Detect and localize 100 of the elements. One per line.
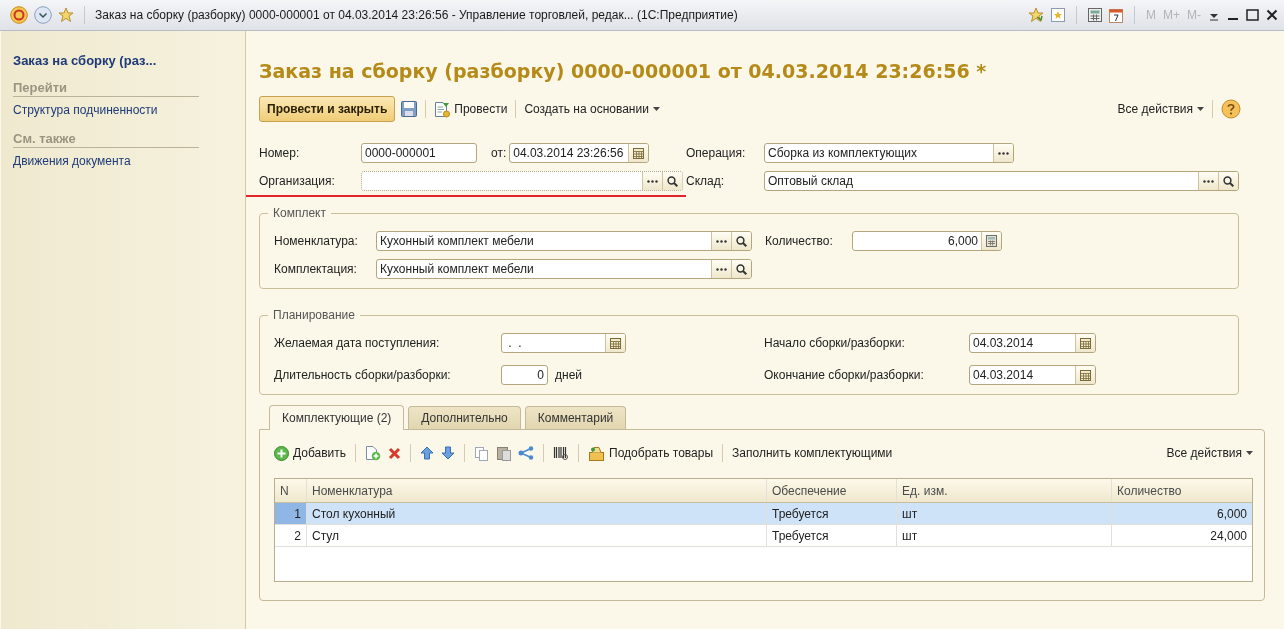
add-document-icon[interactable] bbox=[365, 445, 382, 461]
form-title: Заказ на сборку (разборку) 0000-000001 от 04.03.2014 23:26:56 * bbox=[259, 60, 988, 82]
field-label: Склад: bbox=[686, 174, 726, 188]
table-cell: 1 bbox=[275, 503, 307, 524]
field-label: Номер: bbox=[259, 146, 301, 160]
table-cell: Стул bbox=[307, 525, 767, 546]
table-row[interactable]: 1 Стол кухонный Требуется шт 6,000 bbox=[275, 503, 1252, 525]
pick-goods-button[interactable]: Подобрать товары bbox=[588, 445, 714, 461]
add-button[interactable]: Добавить bbox=[274, 445, 347, 461]
calendar-icon bbox=[1080, 337, 1091, 349]
paste-icon[interactable] bbox=[496, 445, 512, 461]
barcode-icon[interactable] bbox=[553, 445, 570, 461]
caret-icon bbox=[652, 107, 660, 111]
ellipsis-icon bbox=[647, 179, 658, 183]
up-arrow-icon[interactable] bbox=[420, 446, 435, 460]
copy-icon[interactable] bbox=[474, 445, 490, 461]
calendar-icon bbox=[633, 147, 645, 159]
calendar-icon[interactable] bbox=[1109, 7, 1123, 23]
table-cell: шт bbox=[897, 525, 1112, 546]
all-actions-button[interactable]: Все действия bbox=[1166, 446, 1253, 460]
calendar-icon bbox=[610, 337, 621, 349]
input-field[interactable]: 04.03.2014 bbox=[969, 365, 1096, 385]
down-arrow-icon[interactable] bbox=[441, 446, 456, 460]
logo-icon bbox=[10, 6, 28, 24]
column-header[interactable]: Количество bbox=[1112, 479, 1252, 502]
section-heading: Перейти bbox=[13, 80, 199, 97]
bookmark-icon[interactable] bbox=[1051, 8, 1065, 22]
menu-icon[interactable] bbox=[34, 6, 52, 24]
create-based-on-button[interactable]: Создать на основании bbox=[524, 102, 660, 116]
table-cell: Требуется bbox=[767, 525, 897, 546]
plus-icon bbox=[274, 445, 289, 461]
field-label: Начало сборки/разборки: bbox=[764, 336, 906, 350]
field-label: Операция: bbox=[686, 146, 747, 160]
share-icon[interactable] bbox=[518, 446, 535, 460]
calendar-icon bbox=[1080, 369, 1091, 381]
input-field[interactable]: . . bbox=[501, 333, 626, 353]
column-header[interactable]: Номенклатура bbox=[307, 479, 767, 502]
fill-components-button[interactable]: Заполнить комплектующими bbox=[732, 446, 893, 460]
sidebar-title[interactable]: Заказ на сборку (раз... bbox=[13, 53, 245, 68]
input-field[interactable]: Оптовый склад bbox=[764, 171, 1239, 191]
caret-icon bbox=[1246, 451, 1253, 455]
field-label: от: bbox=[491, 146, 507, 160]
post-button[interactable]: Провести bbox=[434, 100, 508, 118]
group-title: Комплект bbox=[268, 206, 331, 220]
sidebar-link[interactable]: Движения документа bbox=[13, 154, 245, 168]
input-field[interactable]: 0 bbox=[501, 365, 548, 385]
delete-icon[interactable] bbox=[388, 446, 402, 460]
field-label: Количество: bbox=[765, 234, 834, 248]
ellipsis-icon bbox=[998, 151, 1009, 155]
close-icon[interactable] bbox=[1266, 9, 1278, 21]
field-label: Длительность сборки/разборки: bbox=[274, 368, 452, 382]
input-field[interactable]: 0000-000001 bbox=[361, 143, 477, 163]
table-cell: шт bbox=[897, 503, 1112, 524]
ellipsis-icon bbox=[716, 267, 727, 271]
all-actions-button[interactable]: Все действия bbox=[1117, 102, 1204, 116]
search-icon bbox=[1223, 175, 1234, 187]
search-icon bbox=[667, 175, 678, 187]
tab[interactable]: Дополнительно bbox=[408, 406, 521, 429]
column-header[interactable]: Ед. изм. bbox=[897, 479, 1112, 502]
table-cell-text: 6,000 bbox=[1215, 505, 1248, 523]
ellipsis-icon bbox=[1203, 179, 1214, 183]
star-icon[interactable] bbox=[58, 7, 74, 23]
search-icon bbox=[736, 263, 747, 275]
field-label: Организация: bbox=[259, 174, 336, 188]
post-and-close-button[interactable]: Провести и закрыть bbox=[259, 96, 396, 122]
column-header[interactable]: Обеспечение bbox=[767, 479, 897, 502]
help-icon[interactable] bbox=[1221, 99, 1241, 119]
save-icon[interactable] bbox=[401, 101, 418, 117]
caret-icon bbox=[1197, 107, 1204, 111]
ellipsis-icon bbox=[716, 239, 727, 243]
input-field[interactable] bbox=[361, 171, 683, 191]
maximize-icon[interactable] bbox=[1246, 9, 1259, 21]
input-field[interactable]: 04.03.2014 bbox=[969, 333, 1096, 353]
table-cell-text: 24,000 bbox=[1209, 527, 1248, 545]
group-title: Планирование bbox=[268, 308, 360, 322]
star-icon[interactable] bbox=[1028, 7, 1044, 23]
tab[interactable]: Комплектующие (2) bbox=[269, 405, 405, 430]
unit-label: дней bbox=[555, 368, 583, 382]
box-icon bbox=[588, 445, 606, 461]
field-label: Желаемая дата поступления: bbox=[274, 336, 441, 350]
table-cell: Стол кухонный bbox=[307, 503, 767, 524]
calculator-icon bbox=[986, 235, 997, 247]
sidebar-link[interactable]: Структура подчиненности bbox=[13, 103, 245, 117]
input-field[interactable]: 04.03.2014 23:26:56 bbox=[509, 143, 650, 163]
input-field[interactable]: Сборка из комплектующих bbox=[764, 143, 1014, 163]
search-icon bbox=[736, 235, 747, 247]
field-label: Окончание сборки/разборки: bbox=[764, 368, 925, 382]
column-header[interactable]: N bbox=[275, 479, 307, 502]
input-field[interactable]: Кухонный комплект мебели bbox=[376, 259, 752, 279]
table-cell: Требуется bbox=[767, 503, 897, 524]
table-cell: 2 bbox=[275, 525, 307, 546]
input-field[interactable]: Кухонный комплект мебели bbox=[376, 231, 752, 251]
window-title: Заказ на сборку (разборку) 0000-000001 от 04.03.2014 23:26:56 - Управление торговлей, редак... (1С:Предприятие) bbox=[95, 8, 738, 22]
section-heading: См. также bbox=[13, 131, 199, 148]
tab[interactable]: Комментарий bbox=[524, 406, 627, 429]
field-label: Комплектация: bbox=[274, 262, 358, 276]
table-row[interactable]: 2 Стул Требуется шт 24,000 bbox=[275, 525, 1252, 547]
input-field[interactable]: 6,000 bbox=[852, 231, 1002, 251]
calculator-icon[interactable] bbox=[1088, 8, 1102, 22]
field-label: Номенклатура: bbox=[274, 234, 359, 248]
